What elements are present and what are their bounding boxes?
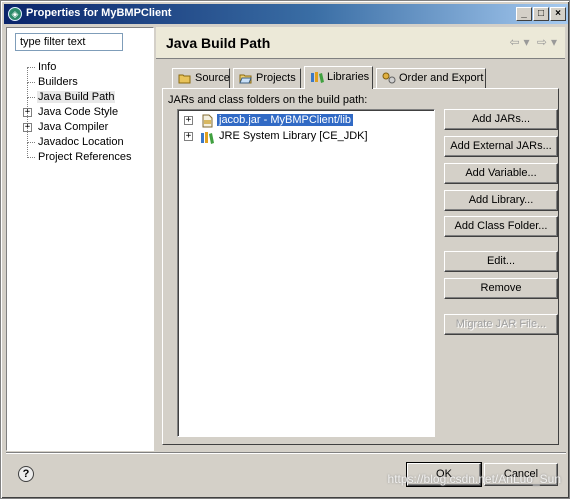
back-menu-icon[interactable]: ▾ [524,35,530,49]
tree-guide-line [27,142,28,158]
list-item[interactable]: + JRE System Library [CE_JDK] [178,129,434,145]
page-header: Java Build Path ⇦ ▾ ⇨ ▾ [156,27,565,59]
tree-item-builders[interactable]: Builders [7,67,155,90]
title-bar[interactable]: ◈ Properties for MyBMPClient _ □ × [4,4,568,24]
tree-guide-line [27,67,35,68]
tree-guide-line [27,82,35,83]
list-item[interactable]: + jacob.jar - MyBMPClient/lib [178,113,434,129]
projects-icon [239,72,252,87]
tree-item-java-compiler[interactable]: + Java Compiler [7,112,155,135]
libraries-caption: JARs and class folders on the build path… [168,94,368,106]
eclipse-app-icon: ◈ [8,7,22,21]
tree-item-label: Javadoc Location [38,136,124,148]
minimize-button[interactable]: _ [516,7,532,21]
tree-guide-line [27,142,35,143]
expand-plus-icon[interactable]: + [184,116,193,125]
expand-plus-icon[interactable]: + [184,132,193,141]
back-arrow-icon[interactable]: ⇦ [509,35,519,49]
tree-guide-line [27,157,35,158]
migrate-jar-button[interactable]: Migrate JAR File... [444,314,558,335]
tree-item-label: Java Build Path [37,91,116,103]
tree-item-label: Java Compiler [38,121,109,133]
tree-item-info[interactable]: Info [7,60,155,75]
tree-guide-line [27,82,28,98]
tree-item-project-references[interactable]: Project References [7,142,155,165]
jre-library-icon [200,130,214,144]
filter-input[interactable]: type filter text [15,33,123,51]
page-title: Java Build Path [166,35,271,51]
maximize-button[interactable]: □ [533,7,549,21]
watermark-text: https://blog.csdn.net/AnLuo_Sun [387,472,561,486]
libraries-icon [310,71,324,86]
tab-label: Projects [256,72,296,84]
history-navigation: ⇦ ▾ ⇨ ▾ [505,35,557,49]
tab-label: Order and Export [399,72,484,84]
close-button[interactable]: × [550,7,566,21]
tree-item-javadoc-location[interactable]: Javadoc Location [7,127,155,150]
tree-item-label: Java Code Style [38,106,119,118]
forward-menu-icon[interactable]: ▾ [551,35,557,49]
bottom-separator [6,452,566,454]
remove-button[interactable]: Remove [444,278,558,299]
forward-arrow-icon[interactable]: ⇨ [537,35,547,49]
add-library-button[interactable]: Add Library... [444,190,558,211]
tree-item-label: Project References [38,151,132,163]
tab-projects[interactable]: Projects [233,68,301,88]
tree-item-label: Builders [38,76,78,88]
properties-dialog: ◈ Properties for MyBMPClient _ □ × type … [0,0,570,499]
add-variable-button[interactable]: Add Variable... [444,163,558,184]
libraries-tab-panel: JARs and class folders on the build path… [162,88,559,445]
add-external-jars-button[interactable]: Add External JARs... [444,136,558,157]
list-item-label: jacob.jar - MyBMPClient/lib [217,114,354,126]
tree-guide-line [27,127,28,143]
add-jars-button[interactable]: Add JARs... [444,109,558,130]
tab-libraries[interactable]: Libraries [304,66,373,89]
preference-navigation-pane: type filter text Info Builders Java Buil… [6,27,154,451]
jar-icon [200,114,214,128]
tree-guide-line [27,97,35,98]
property-page: Java Build Path ⇦ ▾ ⇨ ▾ Source Projects Li… [156,27,565,451]
tab-order-and-export[interactable]: Order and Export [376,68,486,88]
help-icon[interactable]: ? [18,466,34,482]
window-title: Properties for MyBMPClient [26,7,172,19]
tree-item-java-code-style[interactable]: + Java Code Style [7,97,155,120]
tree-guide-line [27,67,28,83]
order-export-icon [382,72,396,87]
tree-item-label: Info [38,61,57,73]
tree-item-java-build-path[interactable]: Java Build Path [7,82,155,105]
tab-label: Libraries [327,71,370,83]
tab-source[interactable]: Source [172,68,230,88]
build-path-list[interactable]: + jacob.jar - MyBMPClient/lib + JRE Syst… [177,109,435,437]
tab-label: Source [195,72,230,84]
edit-button[interactable]: Edit... [444,251,558,272]
list-item-label: JRE System Library [CE_JDK] [219,130,368,142]
source-folder-icon [178,72,191,87]
add-class-folder-button[interactable]: Add Class Folder... [444,216,558,237]
